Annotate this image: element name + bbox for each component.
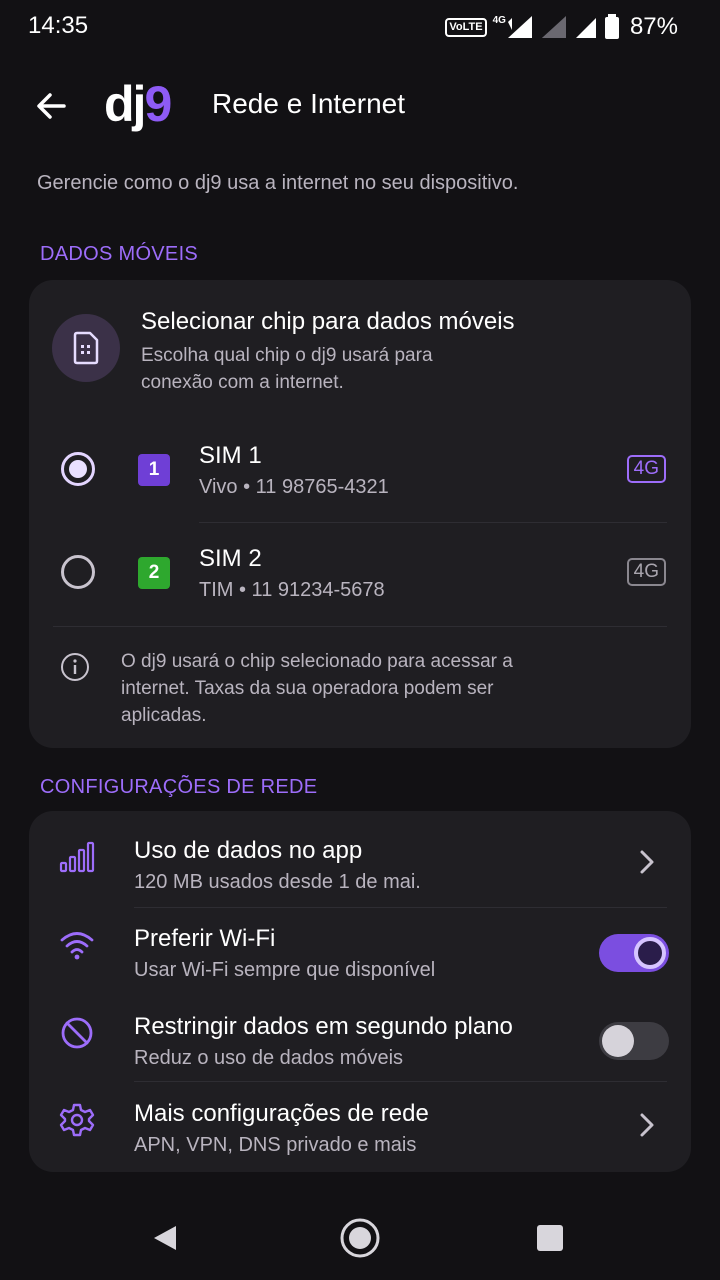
- restrict-background-data-row[interactable]: Restringir dados em segundo plano Reduz …: [29, 991, 691, 1079]
- more-network-settings-subtitle: APN, VPN, DNS privado e mais: [134, 1134, 417, 1156]
- sim-1-radio[interactable]: [61, 452, 95, 486]
- signal-bars-icon: [59, 841, 95, 873]
- app-data-usage-row[interactable]: Uso de dados no app 120 MB usados desde …: [29, 815, 691, 903]
- circle-home-icon: [340, 1218, 380, 1258]
- sim-option-2[interactable]: 2 SIM 2 TIM • 11 91234-5678 4G: [29, 525, 691, 625]
- page-description: Gerencie como o dj9 usa a internet no se…: [37, 172, 519, 194]
- more-network-settings-title: Mais configurações de rede: [134, 1100, 429, 1127]
- network-type-label: 4G: [492, 14, 506, 26]
- sim-2-radio[interactable]: [61, 555, 95, 589]
- prefer-wifi-title: Preferir Wi-Fi: [134, 925, 276, 952]
- square-recents-icon: [537, 1225, 563, 1251]
- nav-recents-button[interactable]: [528, 1216, 572, 1260]
- app-data-usage-subtitle: 120 MB usados desde 1 de mai.: [134, 871, 421, 893]
- prefer-wifi-subtitle: Usar Wi-Fi sempre que disponível: [134, 959, 436, 981]
- logo-number: 9: [144, 76, 172, 132]
- battery-icon: [604, 14, 619, 39]
- signal-wifi-status-icon: [575, 18, 596, 38]
- status-bar: 14:35 VoLTE 4G 87%: [0, 0, 720, 54]
- arrow-left-icon: [37, 93, 66, 119]
- restrict-background-data-toggle[interactable]: [599, 1022, 669, 1060]
- nav-back-button[interactable]: [144, 1216, 188, 1260]
- prefer-wifi-row[interactable]: Preferir Wi-Fi Usar Wi-Fi sempre que dis…: [29, 903, 691, 991]
- volte-icon: VoLTE: [445, 17, 487, 37]
- status-time: 14:35: [28, 12, 89, 39]
- sim-card-icon: [73, 331, 99, 365]
- chip-selection-title: Selecionar chip para dados móveis: [141, 308, 515, 335]
- logo-text: dj: [104, 76, 146, 132]
- sim-2-network-badge: 4G: [626, 558, 666, 586]
- gear-icon: [59, 1103, 95, 1137]
- toggle-knob: [634, 937, 666, 969]
- status-icons: VoLTE 4G 87%: [445, 12, 678, 42]
- sim-divider: [199, 522, 667, 523]
- system-navigation-bar: [0, 1192, 720, 1280]
- sim-2-name: SIM 2: [199, 545, 262, 572]
- page-title: Rede e Internet: [212, 88, 406, 119]
- prefer-wifi-toggle[interactable]: [599, 934, 669, 972]
- chevron-right-icon: [640, 850, 654, 874]
- section-label-network-settings: CONFIGURAÇÕES DE REDE: [40, 776, 318, 798]
- sim-1-slot-badge: 1: [138, 454, 170, 486]
- info-icon: [61, 653, 89, 681]
- carrier-fees-notice: O dj9 usará o chip selecionado para aces…: [121, 651, 513, 726]
- app-header: dj9 Rede e Internet: [0, 70, 720, 140]
- restrict-background-data-title: Restringir dados em segundo plano: [134, 1013, 513, 1040]
- toggle-knob: [602, 1025, 634, 1057]
- app-data-usage-title: Uso de dados no app: [134, 837, 363, 864]
- triangle-back-icon: [154, 1226, 176, 1250]
- back-button[interactable]: [30, 84, 74, 128]
- sim-1-network-badge: 4G: [626, 455, 666, 483]
- info-divider: [53, 626, 667, 627]
- battery-percent: 87%: [629, 13, 678, 40]
- block-icon: [61, 1017, 93, 1049]
- network-settings-card: Uso de dados no app 120 MB usados desde …: [29, 811, 691, 1172]
- signal-sim2-icon: [541, 16, 566, 38]
- restrict-background-data-subtitle: Reduz o uso de dados móveis: [134, 1047, 404, 1069]
- sim-chip-icon-wrapper: [52, 314, 120, 382]
- sim-1-detail: Vivo • 11 98765-4321: [199, 476, 389, 498]
- chevron-right-icon: [640, 1113, 654, 1137]
- sim-option-1[interactable]: 1 SIM 1 Vivo • 11 98765-4321 4G: [29, 422, 691, 522]
- sim-1-name: SIM 1: [199, 442, 262, 469]
- app-logo: dj9: [104, 74, 172, 134]
- nav-home-button[interactable]: [338, 1216, 382, 1260]
- chip-selection-description: Escolha qual chip o dj9 usará para conex…: [141, 345, 433, 393]
- section-label-mobile-data: DADOS MÓVEIS: [40, 243, 199, 265]
- sim-2-detail: TIM • 11 91234-5678: [199, 579, 385, 601]
- wifi-icon: [60, 932, 94, 960]
- screen: 14:35 VoLTE 4G 87% dj9 Rede e Internet G…: [0, 0, 720, 1280]
- more-network-settings-row[interactable]: Mais configurações de rede APN, VPN, DNS…: [29, 1078, 691, 1166]
- sim-2-slot-badge: 2: [138, 557, 170, 589]
- signal-icon: [507, 16, 532, 38]
- mobile-data-card: Selecionar chip para dados móveis Escolh…: [29, 280, 691, 748]
